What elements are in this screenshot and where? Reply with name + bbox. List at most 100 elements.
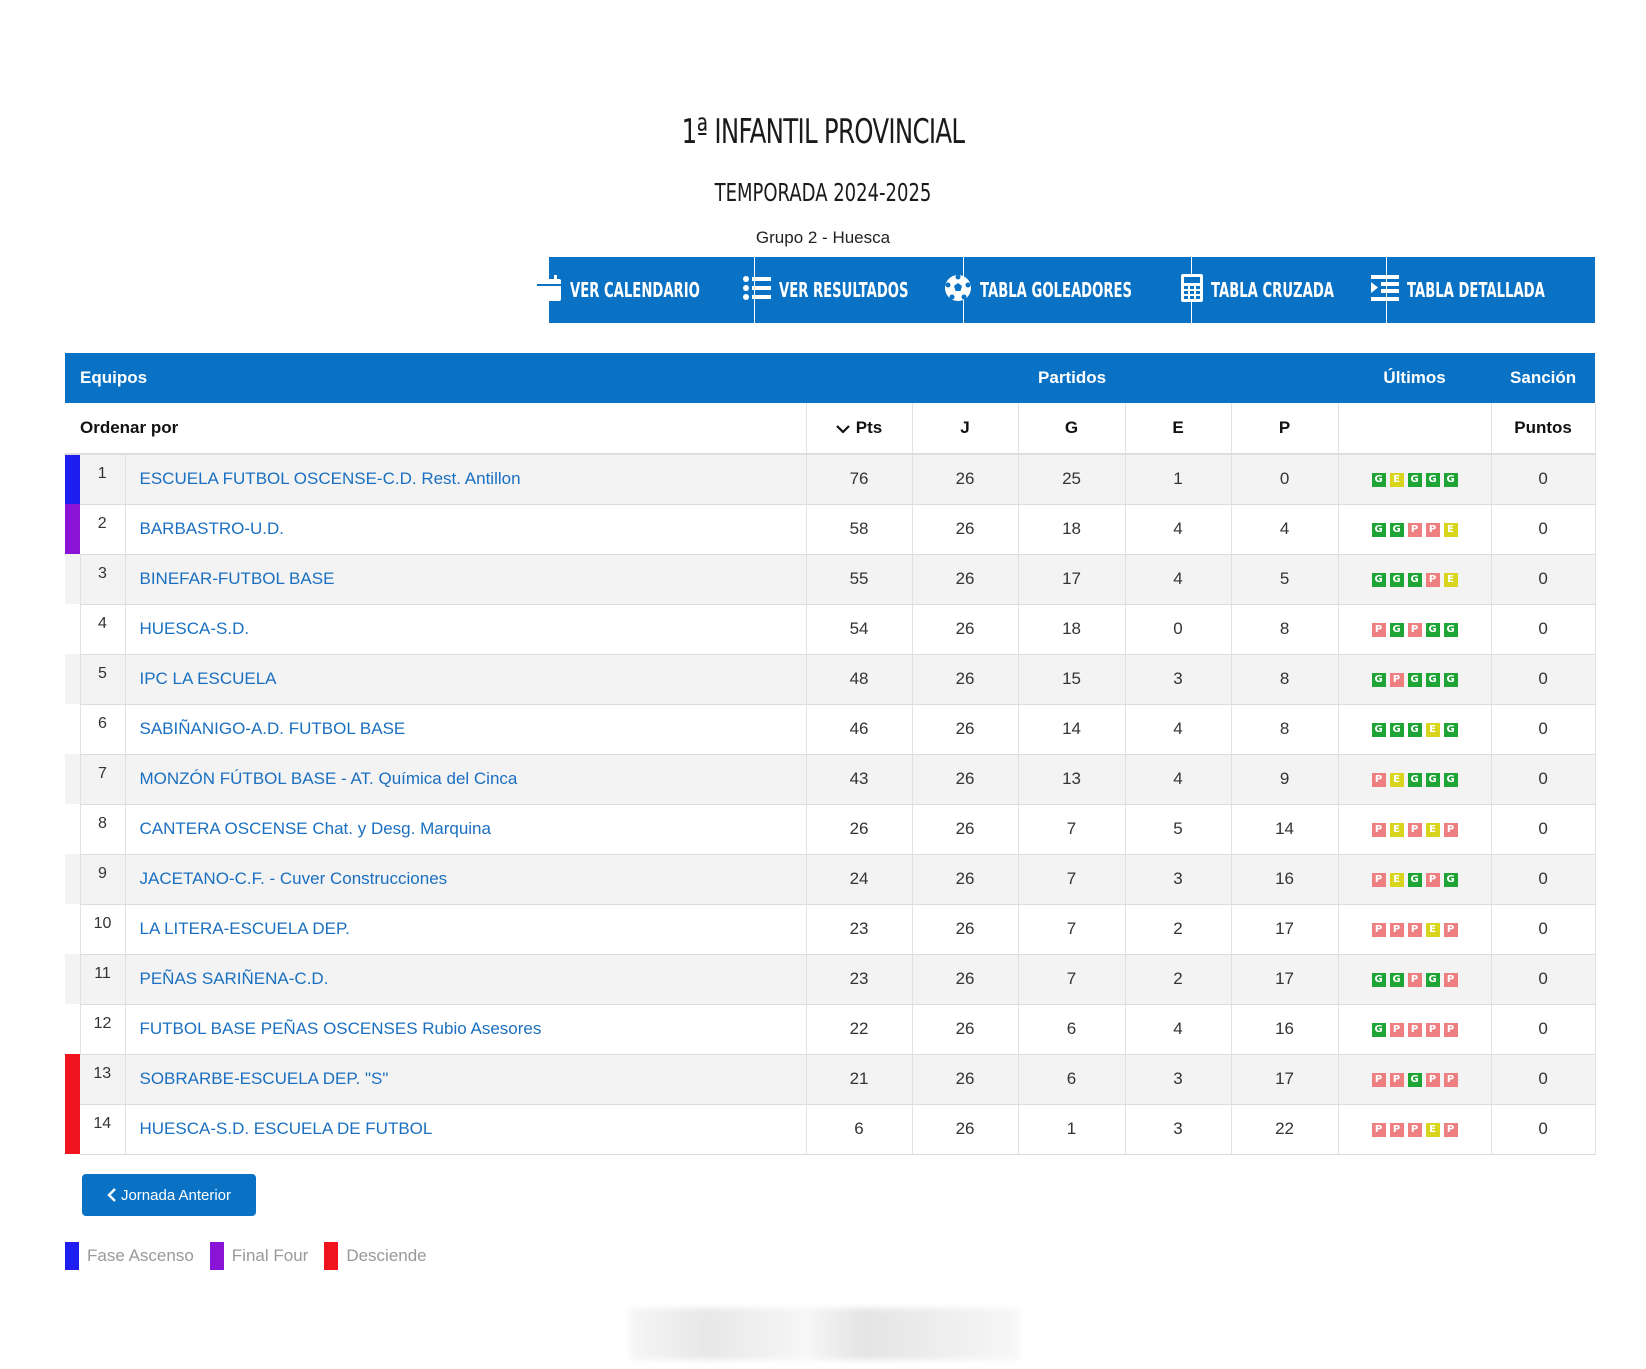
position-cell: 8 <box>79 804 126 855</box>
chevron-left-icon <box>107 1188 116 1202</box>
position-marker <box>65 1054 80 1104</box>
team-link[interactable]: IPC LA ESCUELA <box>125 654 807 705</box>
last-results-cell: GPPPP <box>1338 1004 1492 1055</box>
sort-g-header[interactable]: G <box>1018 403 1126 455</box>
e-cell: 4 <box>1125 704 1232 755</box>
j-cell: 26 <box>912 804 1019 855</box>
e-cell: 4 <box>1125 554 1232 605</box>
sort-pts-header[interactable]: Pts <box>806 403 913 455</box>
tabla-goleadores-button[interactable]: TABLA GOLEADORES <box>945 257 1192 323</box>
j-cell: 26 <box>912 504 1019 555</box>
pts-cell: 76 <box>806 454 913 505</box>
team-link[interactable]: SABIÑANIGO-A.D. FUTBOL BASE <box>125 704 807 755</box>
sanction-cell: 0 <box>1491 854 1596 905</box>
previous-round-button[interactable]: Jornada Anterior <box>82 1174 256 1216</box>
result-badge: G <box>1371 522 1386 537</box>
position-marker <box>65 1104 80 1154</box>
result-badge: G <box>1443 472 1458 487</box>
result-badge: P <box>1389 672 1404 687</box>
p-cell: 5 <box>1231 554 1339 605</box>
result-badge: P <box>1443 1122 1458 1137</box>
result-badge: P <box>1407 522 1422 537</box>
sanction-cell: 0 <box>1491 654 1596 705</box>
result-badge: P <box>1425 872 1440 887</box>
e-cell: 3 <box>1125 654 1232 705</box>
team-link[interactable]: LA LITERA-ESCUELA DEP. <box>125 904 807 955</box>
result-badge: P <box>1443 1022 1458 1037</box>
j-cell: 26 <box>912 604 1019 655</box>
result-badge: P <box>1425 1022 1440 1037</box>
result-badge: P <box>1389 1022 1404 1037</box>
table-row: 9 JACETANO-C.F. - Cuver Construcciones 24 2… <box>65 854 1596 905</box>
pts-cell: 55 <box>806 554 913 605</box>
result-badge: E <box>1443 572 1458 587</box>
team-link[interactable]: BARBASTRO-U.D. <box>125 504 807 555</box>
last-results-header: Últimos <box>1338 353 1492 403</box>
result-badge: E <box>1425 722 1440 737</box>
position-cell: 5 <box>79 654 126 705</box>
ver-resultados-button[interactable]: VER RESULTADOS <box>742 257 964 323</box>
team-link[interactable]: ESCUELA FUTBOL OSCENSE-C.D. Rest. Antill… <box>125 454 807 505</box>
table-row: 10 LA LITERA-ESCUELA DEP. 23 26 7 2 17 P P P E P 0 <box>65 904 1596 955</box>
p-cell: 8 <box>1231 704 1339 755</box>
team-link[interactable]: CANTERA OSCENSE Chat. y Desg. Marquina <box>125 804 807 855</box>
team-link[interactable]: PEÑAS SARIÑENA-C.D. <box>125 954 807 1005</box>
ver-calendario-button[interactable]: VER CALENDARIO <box>537 257 755 323</box>
result-badge: G <box>1389 522 1404 537</box>
result-badge: P <box>1425 522 1440 537</box>
pts-cell: 6 <box>806 1104 913 1155</box>
team-link[interactable]: BINEFAR-FUTBOL BASE <box>125 554 807 605</box>
result-badge: G <box>1425 972 1440 987</box>
result-badge: G <box>1389 622 1404 637</box>
result-badge: P <box>1407 922 1422 937</box>
team-link[interactable]: MONZÓN FÚTBOL BASE - AT. Química del Cin… <box>125 754 807 805</box>
result-badge: G <box>1425 472 1440 487</box>
team-link[interactable]: HUESCA-S.D. ESCUELA DE FUTBOL <box>125 1104 807 1155</box>
sort-e-header[interactable]: E <box>1125 403 1232 455</box>
p-cell: 22 <box>1231 1104 1339 1155</box>
result-badge: P <box>1371 622 1386 637</box>
table-row: 12 FUTBOL BASE PEÑAS OSCENSES Rubio Aseso… <box>65 1004 1596 1055</box>
result-badge: P <box>1425 572 1440 587</box>
g-cell: 6 <box>1018 1054 1126 1105</box>
detailed-list-icon <box>1370 274 1399 306</box>
position-marker <box>65 654 80 704</box>
tabla-detallada-button[interactable]: TABLA DETALLADA <box>1370 257 1599 323</box>
result-badge: G <box>1443 772 1458 787</box>
j-cell: 26 <box>912 954 1019 1005</box>
e-cell: 3 <box>1125 854 1232 905</box>
result-badge: G <box>1443 622 1458 637</box>
p-cell: 14 <box>1231 804 1339 855</box>
sort-p-header[interactable]: P <box>1231 403 1339 455</box>
table-row: 14 HUESCA-S.D. ESCUELA DE FUTBOL 6 26 1 3 22 P P… <box>65 1104 1596 1155</box>
position-cell: 2 <box>80 504 126 555</box>
table-row: 6 SABIÑANIGO-A.D. FUTBOL BASE 46 26 14 4 8 G G G E… <box>65 704 1596 755</box>
e-cell: 2 <box>1125 904 1232 955</box>
pts-cell: 58 <box>806 504 913 555</box>
g-cell: 6 <box>1018 1004 1126 1055</box>
sanction-cell: 0 <box>1491 704 1596 755</box>
p-cell: 8 <box>1231 654 1339 705</box>
result-badge: G <box>1407 872 1422 887</box>
result-badge: P <box>1407 1022 1422 1037</box>
result-badge: G <box>1407 472 1422 487</box>
p-cell: 8 <box>1231 604 1339 655</box>
position-cell: 6 <box>79 704 126 755</box>
j-cell: 26 <box>912 754 1019 805</box>
tabla-cruzada-button[interactable]: TABLA CRUZADA <box>1180 257 1387 323</box>
result-badge: G <box>1407 672 1422 687</box>
result-badge: P <box>1389 1122 1404 1137</box>
position-cell: 11 <box>79 954 126 1005</box>
p-cell: 17 <box>1231 1054 1339 1105</box>
sort-j-header[interactable]: J <box>912 403 1019 455</box>
result-badge: G <box>1371 1022 1386 1037</box>
team-link[interactable]: SOBRARBE-ESCUELA DEP. "S" <box>125 1054 807 1105</box>
team-link[interactable]: JACETANO-C.F. - Cuver Construcciones <box>125 854 807 905</box>
legend-label: Fase Ascenso <box>87 1246 194 1265</box>
table-row: 5 IPC LA ESCUELA 48 26 15 3 8 G P G G G 0 <box>65 654 1596 705</box>
chevron-down-icon <box>836 424 850 434</box>
result-badge: P <box>1443 922 1458 937</box>
team-link[interactable]: FUTBOL BASE PEÑAS OSCENSES Rubio Asesore… <box>125 1004 807 1055</box>
last-results-cell: GGPGP <box>1338 954 1492 1005</box>
team-link[interactable]: HUESCA-S.D. <box>125 604 807 655</box>
